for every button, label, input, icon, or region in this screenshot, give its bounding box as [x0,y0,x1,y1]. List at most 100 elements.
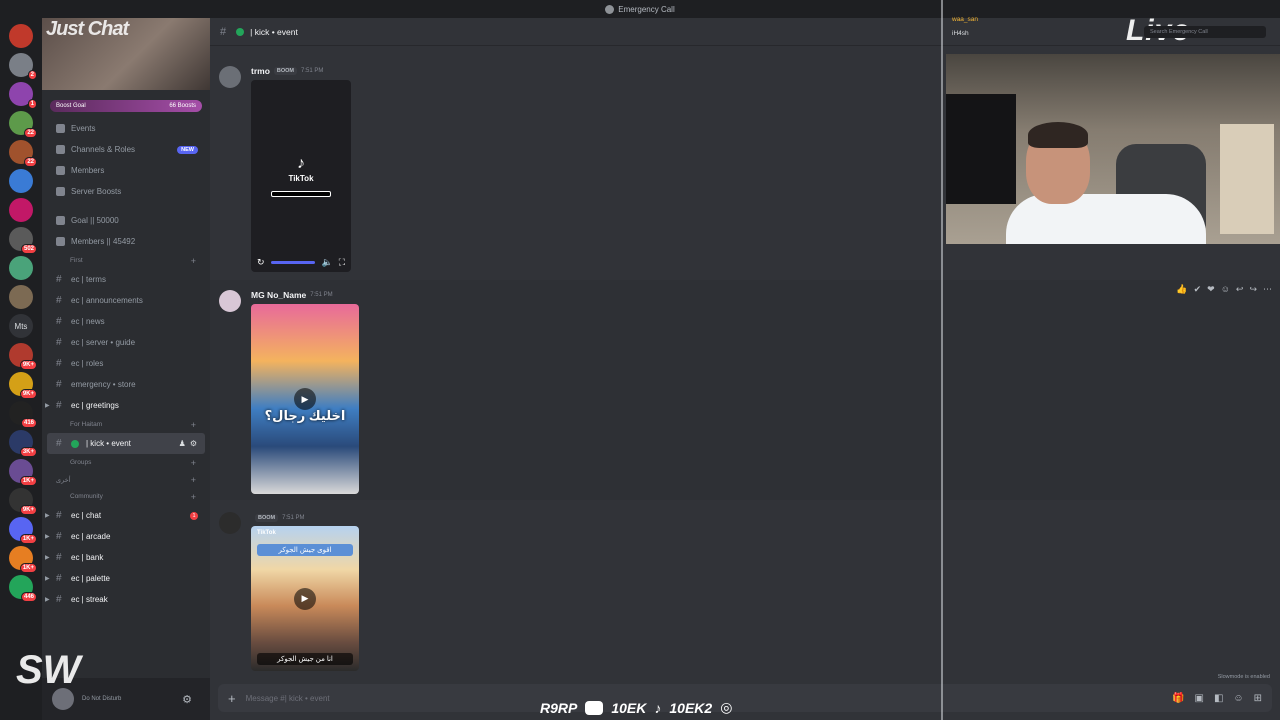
channel-item[interactable]: # emergency • store [42,374,210,395]
channel-item[interactable]: ▶ # ec | chat 1 [42,505,210,526]
channel-item[interactable]: ▶ # ec | streak [42,589,210,610]
avatar[interactable] [219,66,241,88]
sticker-icon[interactable]: ◧ [1214,693,1223,704]
server-banner[interactable]: Just Chat [42,18,210,90]
server-icon[interactable]: Mts [9,314,33,338]
channel-item[interactable]: ▶ # ec | arcade [42,526,210,547]
video-overlay-text: اخليك رجال؟ [264,408,346,423]
server-icon[interactable]: 9K+ [9,372,37,399]
server-icon[interactable]: 1K+ [9,517,37,544]
avatar[interactable] [219,290,241,312]
channel-item[interactable]: ▶ # ec | bank [42,547,210,568]
settings-gear-icon[interactable]: ⚙ [182,693,192,706]
check-icon[interactable]: ✔ [1194,284,1202,295]
server-icon[interactable]: 1 [9,82,37,109]
add-channel-icon[interactable]: + [191,492,196,502]
green-circle-icon [236,27,245,36]
mention-badge: 446 [20,592,37,602]
reply-icon[interactable]: ↩ [1236,284,1244,295]
stat-members[interactable]: Members || 45492 [42,231,210,252]
channel-item[interactable]: ▶ # ec | palette [42,568,210,589]
channel-kick-event[interactable]: # | kick • event ♟ ⚙ [47,433,205,454]
server-icon[interactable]: 9K+ [9,488,37,515]
channel-item[interactable]: # ec | server • guide [42,332,210,353]
server-initials: Mts [14,321,28,331]
add-reaction-icon[interactable]: ☺ [1221,284,1230,295]
server-icon[interactable]: 502 [9,227,37,254]
members-icon [56,166,65,175]
channel-label: | kick • event [86,439,131,448]
boost-goal-bar[interactable]: Boost Goal 66 Boosts [50,100,202,112]
server-icon[interactable]: 1K+ [9,546,37,573]
server-icon[interactable]: 2 [9,53,37,80]
play-icon[interactable]: ▶ [294,388,316,410]
forward-icon[interactable]: ↪ [1249,284,1257,295]
channel-greetings[interactable]: ▶ # ec | greetings [42,395,210,416]
server-icon[interactable] [9,198,33,222]
channel-item[interactable]: # ec | roles [42,353,210,374]
gift-icon[interactable]: 🎁 [1172,693,1184,704]
server-icon[interactable]: 1K+ [9,459,37,486]
server-icon[interactable] [9,24,33,48]
server-icon[interactable]: 22 [9,140,37,167]
channel-item[interactable]: # ec | announcements [42,290,210,311]
video-embed[interactable]: ♪ TikTok ↻ 🔈 ⛶ [251,80,351,272]
search-input[interactable]: Search Emergency Call [1144,26,1266,38]
add-attachment-icon[interactable]: + [228,691,236,706]
category-groups[interactable]: Groups + [42,454,210,471]
video-embed[interactable]: TikTok اقوى جيش الجوكر ▶ انا من جيش الجو… [251,526,359,671]
replay-icon[interactable]: ↻ [257,257,265,268]
server-icon[interactable]: 3K+ [9,430,37,457]
menu-server-boosts[interactable]: Server Boosts [42,181,210,202]
channel-item[interactable]: # ec | terms [42,269,210,290]
fullscreen-icon[interactable]: ⛶ [339,257,345,268]
add-channel-icon[interactable]: + [191,475,196,485]
voice-user: waa_san [952,16,979,23]
add-channel-icon[interactable]: + [191,256,196,266]
menu-members[interactable]: Members [42,160,210,181]
apps-icon[interactable]: ⊞ [1254,693,1262,704]
invite-icon[interactable]: ♟ [179,439,186,448]
gif-icon[interactable]: ▣ [1194,693,1203,704]
video-embed[interactable]: اخليك رجال؟ ▶ [251,304,359,494]
channel-label: ec | bank [71,553,104,562]
server-icon[interactable] [9,285,33,309]
gear-icon[interactable]: ⚙ [190,439,197,448]
volume-icon[interactable]: 🔈 [321,257,332,268]
channel-item[interactable]: # ec | news [42,311,210,332]
mention-badge: 9K+ [19,505,37,515]
category-arabic[interactable]: أخرى + [42,471,210,488]
server-icon[interactable]: 9K+ [9,343,37,370]
server-icon[interactable] [9,169,33,193]
heart-icon[interactable]: ❤ [1207,284,1215,295]
author-name[interactable]: MG No_Name [251,290,306,300]
channel-label: ec | server • guide [71,338,136,347]
add-channel-icon[interactable]: + [191,420,196,430]
hash-icon: # [56,358,62,369]
avatar[interactable] [219,512,241,534]
message-input[interactable]: Message #| kick • event [246,694,330,703]
server-icon[interactable] [9,256,33,280]
thumbs-up-icon[interactable]: 👍 [1176,284,1187,295]
mention-badge: 1K+ [19,534,37,544]
play-icon[interactable]: ▶ [294,587,316,610]
menu-channels-roles[interactable]: Channels & Roles NEW [42,139,210,160]
emoji-icon[interactable]: ☺ [1233,693,1243,704]
timestamp: 7:51 PM [310,292,333,298]
more-icon[interactable]: ⋯ [1263,284,1272,295]
server-icon[interactable]: 22 [9,111,37,138]
author-name[interactable]: trmo [251,66,270,76]
progress-bar[interactable] [270,261,316,264]
category-label: Groups [70,459,92,466]
server-icon[interactable]: 446 [9,575,37,602]
category-first[interactable]: First + [42,252,210,269]
stat-goal[interactable]: Goal || 50000 [42,210,210,231]
category-community[interactable]: Community + [42,488,210,505]
menu-events[interactable]: Events [42,118,210,139]
add-channel-icon[interactable]: + [191,458,196,468]
hash-icon: # [56,510,62,521]
server-icon[interactable]: 416 [9,401,37,428]
category-for-haitam[interactable]: For Haitam + [42,416,210,433]
channel-label: ec | streak [71,595,108,604]
mention-badge: 502 [20,244,37,254]
